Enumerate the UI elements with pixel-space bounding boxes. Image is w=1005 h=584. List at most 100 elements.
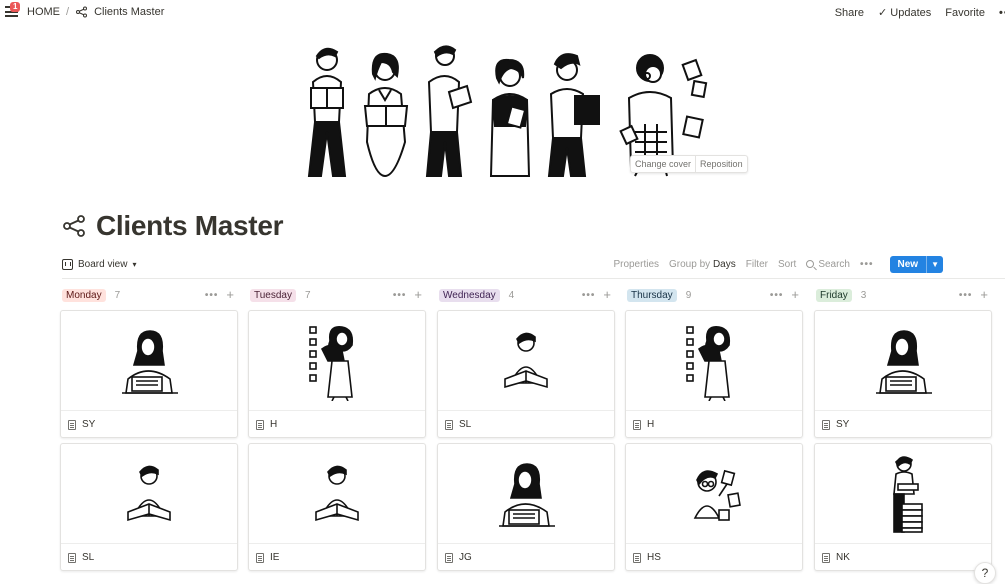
board-card[interactable]: JG — [437, 443, 615, 571]
man-reading-illustration — [504, 332, 548, 388]
view-actions: Properties Group by Days Filter Sort Sea… — [613, 255, 943, 273]
card-title: HS — [647, 552, 661, 563]
card-cover — [61, 444, 237, 544]
board-card[interactable]: SY — [60, 310, 238, 438]
column-tools: ••• + — [205, 288, 238, 301]
man-books-illustration — [893, 455, 923, 533]
column-count: 3 — [860, 289, 867, 301]
column-tag[interactable]: Friday — [816, 288, 852, 302]
card-title-row: SY — [61, 411, 237, 438]
column-header: Thursday 9 ••• + — [625, 285, 803, 305]
check-icon: ✓ — [878, 7, 888, 19]
card-title-row: IE — [249, 544, 425, 571]
board-card[interactable]: IE — [248, 443, 426, 571]
column-tag[interactable]: Wednesday — [439, 288, 500, 302]
more-options-icon[interactable]: ••• — [770, 290, 784, 301]
board-card[interactable]: SY — [814, 310, 992, 438]
page-icon — [633, 419, 641, 430]
reposition-button[interactable]: Reposition — [695, 156, 747, 172]
sort-button[interactable]: Sort — [778, 259, 796, 270]
board-card[interactable]: H — [625, 310, 803, 438]
share-button[interactable]: Share — [835, 7, 864, 19]
column-tag[interactable]: Thursday — [627, 288, 677, 302]
view-toolbar: Board view ▾ Properties Group by Days Fi… — [62, 254, 943, 274]
breadcrumb-home[interactable]: HOME — [27, 6, 60, 18]
more-options-icon[interactable]: ••• — [860, 259, 874, 270]
search-label: Search — [818, 258, 850, 270]
new-button[interactable]: New ▼ — [889, 255, 943, 273]
updates-label: Updates — [890, 7, 932, 19]
board-card[interactable]: HS — [625, 443, 803, 571]
add-card-icon[interactable]: + — [791, 288, 799, 301]
more-options-icon[interactable]: ••• — [582, 290, 596, 301]
more-options-icon[interactable]: ••• — [959, 290, 973, 301]
add-card-icon[interactable]: + — [980, 288, 988, 301]
column-header: Friday 3 ••• + — [814, 285, 992, 305]
divider — [62, 278, 1005, 279]
woman-checklist-illustration — [686, 325, 731, 401]
board: Monday 7 ••• + SY SL Tuesday 7 ••• + H IE Wednesday 4… — [60, 285, 1005, 584]
search-icon — [806, 260, 815, 268]
card-cover — [61, 311, 237, 411]
card-cover — [815, 444, 991, 544]
share-nodes-icon[interactable] — [62, 214, 86, 238]
man-notes-illustration — [693, 469, 741, 521]
cover-controls: Change cover Reposition — [630, 155, 748, 173]
card-title-row: NK — [815, 544, 991, 571]
search-button[interactable]: Search — [806, 259, 850, 270]
page-icon — [633, 552, 641, 563]
more-options-icon[interactable]: ••• — [393, 290, 407, 301]
card-title-row: SL — [61, 544, 237, 571]
view-label: Board view — [78, 258, 128, 270]
more-options-icon[interactable]: ••• — [999, 7, 1005, 19]
change-cover-button[interactable]: Change cover — [631, 156, 695, 172]
man-reading-illustration — [127, 465, 171, 521]
card-title-row: H — [626, 411, 802, 438]
add-card-icon[interactable]: + — [603, 288, 611, 301]
card-title-row: H — [249, 411, 425, 438]
board-column-thursday: Thursday 9 ••• + H HS — [625, 285, 803, 584]
column-count: 9 — [685, 289, 692, 301]
card-title: JG — [459, 552, 472, 563]
breadcrumb-current[interactable]: Clients Master — [94, 6, 164, 18]
column-tools: ••• + — [393, 288, 426, 301]
favorite-button[interactable]: Favorite — [945, 7, 985, 19]
group-by-button[interactable]: Group by Days — [669, 259, 736, 270]
board-card[interactable]: SL — [60, 443, 238, 571]
column-tag[interactable]: Monday — [62, 288, 106, 302]
chevron-down-icon[interactable]: ▼ — [926, 255, 943, 273]
card-title: H — [647, 419, 655, 430]
column-count: 4 — [508, 289, 515, 301]
updates-button[interactable]: ✓ Updates — [878, 6, 931, 19]
breadcrumb-separator: / — [66, 6, 70, 18]
column-tag[interactable]: Tuesday — [250, 288, 296, 302]
board-card[interactable]: NK — [814, 443, 992, 571]
help-button[interactable]: ? — [974, 562, 996, 584]
chevron-down-icon: ▾ — [132, 259, 137, 269]
card-title-row: SY — [815, 411, 991, 438]
page-icon — [822, 552, 830, 563]
woman-checklist-illustration — [309, 325, 354, 401]
card-cover — [815, 311, 991, 411]
board-view-icon — [62, 258, 73, 270]
page-icon — [256, 419, 264, 430]
card-title: NK — [836, 552, 850, 563]
column-tools: ••• + — [582, 288, 615, 301]
board-card[interactable]: H — [248, 310, 426, 438]
board-column-wednesday: Wednesday 4 ••• + SL JG — [437, 285, 615, 584]
add-card-icon[interactable]: + — [414, 288, 422, 301]
add-card-icon[interactable]: + — [226, 288, 234, 301]
board-column-tuesday: Tuesday 7 ••• + H IE — [248, 285, 426, 584]
woman-laptop-illustration — [499, 462, 555, 527]
card-cover — [626, 311, 802, 411]
filter-button[interactable]: Filter — [746, 259, 768, 270]
properties-button[interactable]: Properties — [613, 259, 659, 270]
page-icon — [445, 552, 453, 563]
view-selector[interactable]: Board view ▾ — [62, 258, 137, 270]
more-options-icon[interactable]: ••• — [205, 290, 219, 301]
board-card[interactable]: SL — [437, 310, 615, 438]
man-reading-illustration — [315, 465, 359, 521]
page-icon — [256, 552, 264, 563]
board-column-monday: Monday 7 ••• + SY SL — [60, 285, 238, 584]
page-title[interactable]: Clients Master — [96, 210, 284, 242]
